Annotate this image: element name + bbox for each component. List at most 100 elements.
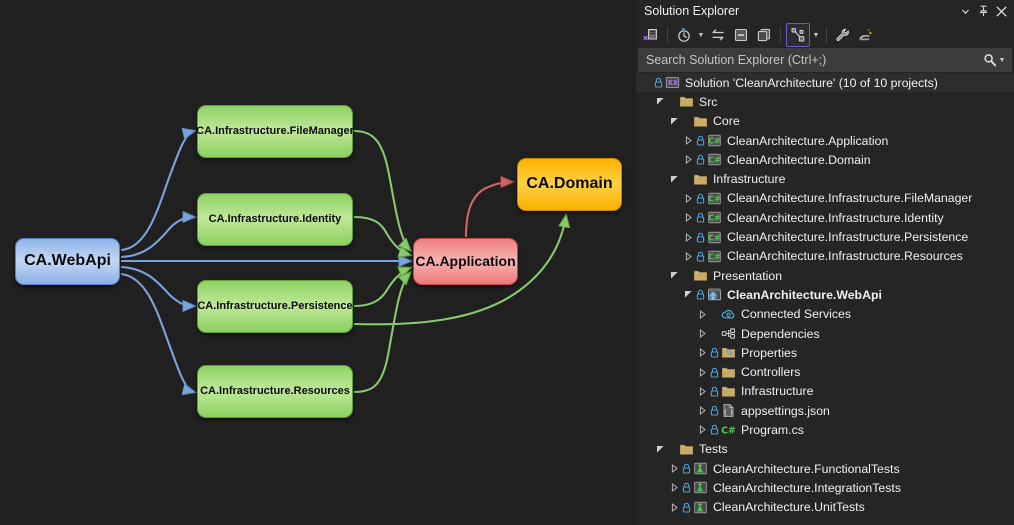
tree-item-label: Core bbox=[713, 114, 740, 129]
tree-item[interactable]: Presentation bbox=[636, 266, 1014, 285]
chevron-right-icon[interactable] bbox=[696, 425, 709, 435]
tree-item[interactable]: Core bbox=[636, 112, 1014, 131]
lock-icon bbox=[681, 463, 692, 474]
panel-dropdown-icon[interactable] bbox=[956, 2, 974, 20]
chevron-right-icon[interactable] bbox=[696, 309, 709, 319]
connected-services-icon bbox=[720, 307, 737, 322]
tree-item[interactable]: C# CleanArchitecture.Domain bbox=[636, 150, 1014, 169]
chevron-down-icon[interactable] bbox=[654, 97, 667, 106]
search-options-caret-icon[interactable]: ▼ bbox=[997, 49, 1007, 71]
chevron-right-icon[interactable] bbox=[682, 213, 695, 223]
code-map-icon[interactable] bbox=[855, 24, 877, 46]
search-solution-explorer-input[interactable]: Search Solution Explorer (Ctrl+;) ▼ bbox=[638, 48, 1012, 72]
tree-item[interactable]: C# CleanArchitecture.Infrastructure.Ident… bbox=[636, 208, 1014, 227]
chevron-right-icon[interactable] bbox=[682, 155, 695, 165]
collapse-all-icon[interactable] bbox=[730, 24, 752, 46]
chevron-right-icon[interactable] bbox=[682, 136, 695, 146]
lock-icon bbox=[709, 386, 720, 397]
csharp-project-icon: C# bbox=[706, 191, 723, 206]
diagram-node-application[interactable]: CA.Application bbox=[413, 238, 518, 285]
tree-item[interactable]: C# CleanArchitecture.Application bbox=[636, 131, 1014, 150]
svg-text:C#: C# bbox=[708, 194, 721, 203]
dependencies-icon bbox=[720, 326, 737, 341]
chevron-right-icon[interactable] bbox=[696, 386, 709, 396]
preview-selected-items-icon[interactable] bbox=[786, 23, 810, 47]
tree-item[interactable]: Src bbox=[636, 92, 1014, 111]
tree-item[interactable]: Infrastructure bbox=[636, 382, 1014, 401]
chevron-right-icon[interactable] bbox=[668, 502, 681, 512]
tree-item[interactable]: Infrastructure bbox=[636, 169, 1014, 188]
tree-item[interactable]: Solution 'CleanArchitecture' (10 of 10 p… bbox=[636, 73, 1014, 93]
tree-item[interactable]: C# Program.cs bbox=[636, 420, 1014, 439]
solution-icon bbox=[664, 75, 681, 90]
chevron-down-icon[interactable] bbox=[668, 271, 681, 280]
panel-title: Solution Explorer bbox=[644, 4, 740, 18]
properties-icon[interactable] bbox=[832, 24, 854, 46]
chevron-right-icon[interactable] bbox=[668, 483, 681, 493]
diagram-node-webapi[interactable]: CA.WebApi bbox=[15, 238, 120, 285]
close-icon[interactable] bbox=[992, 2, 1010, 20]
toggle-solution-explorer-view-icon[interactable] bbox=[640, 24, 662, 46]
pin-icon[interactable] bbox=[974, 2, 992, 20]
diagram-node-resources[interactable]: CA.Infrastructure.Resources bbox=[197, 365, 353, 418]
diagram-node-domain[interactable]: CA.Domain bbox=[517, 158, 622, 211]
tree-item[interactable]: Connected Services bbox=[636, 305, 1014, 324]
diagram-node-label: CA.Infrastructure.FileManager bbox=[196, 125, 354, 138]
csharp-project-icon: C# bbox=[706, 230, 723, 245]
diagram-node-label: CA.Infrastructure.Persistence bbox=[197, 300, 353, 313]
chevron-right-icon[interactable] bbox=[696, 406, 709, 416]
diagram-node-label: CA.Domain bbox=[526, 175, 613, 193]
tree-item[interactable]: Controllers bbox=[636, 362, 1014, 381]
tree-item[interactable]: Tests bbox=[636, 440, 1014, 459]
preview-selected-items-caret-icon[interactable]: ▼ bbox=[811, 24, 821, 46]
show-all-files-icon[interactable] bbox=[753, 24, 775, 46]
chevron-down-icon[interactable] bbox=[682, 290, 695, 299]
search-icon[interactable] bbox=[983, 53, 997, 67]
csharp-project-icon: C# bbox=[706, 210, 723, 225]
tree-item[interactable]: C# CleanArchitecture.Infrastructure.Resou… bbox=[636, 247, 1014, 266]
tree-item-label: CleanArchitecture.IntegrationTests bbox=[713, 480, 901, 495]
tree-item[interactable]: Properties bbox=[636, 343, 1014, 362]
svg-text:C#: C# bbox=[708, 156, 721, 165]
tree-item[interactable]: C# CleanArchitecture.Infrastructure.FileM… bbox=[636, 189, 1014, 208]
app-window: CA.WebApi CA.Infrastructure.FileManager CA… bbox=[0, 0, 1014, 525]
chevron-right-icon[interactable] bbox=[696, 367, 709, 377]
sync-with-active-document-icon[interactable] bbox=[707, 24, 729, 46]
diagram-node-identity[interactable]: CA.Infrastructure.Identity bbox=[197, 193, 353, 246]
chevron-right-icon[interactable] bbox=[682, 232, 695, 242]
tree-item[interactable]: C# CleanArchitecture.Infrastructure.Persi… bbox=[636, 227, 1014, 246]
pending-changes-filter-icon[interactable] bbox=[673, 24, 695, 46]
lock-icon bbox=[709, 405, 720, 416]
diagram-node-persistence[interactable]: CA.Infrastructure.Persistence bbox=[197, 280, 353, 333]
chevron-right-icon[interactable] bbox=[682, 193, 695, 203]
tree-item[interactable]: CleanArchitecture.UnitTests bbox=[636, 498, 1014, 517]
tree-item[interactable]: CleanArchitecture.IntegrationTests bbox=[636, 478, 1014, 497]
chevron-right-icon[interactable] bbox=[696, 329, 709, 338]
lock-icon bbox=[681, 482, 692, 493]
chevron-down-icon[interactable] bbox=[654, 445, 667, 454]
diagram-node-filemanager[interactable]: CA.Infrastructure.FileManager bbox=[196, 105, 354, 158]
chevron-right-icon[interactable] bbox=[682, 251, 695, 261]
tree-item-label: CleanArchitecture.Infrastructure.Resourc… bbox=[727, 249, 963, 264]
tree-item-label: Dependencies bbox=[741, 326, 820, 341]
chevron-down-icon[interactable] bbox=[668, 175, 681, 184]
tree-item[interactable]: CleanArchitecture.WebApi bbox=[636, 285, 1014, 304]
lock-icon bbox=[709, 347, 720, 358]
diagram-node-label: CA.Infrastructure.Resources bbox=[200, 385, 350, 398]
solution-explorer-panel: Solution Explorer ▼ ▼ Search Solution Ex… bbox=[636, 0, 1014, 525]
folder-icon bbox=[678, 94, 695, 109]
tree-item[interactable]: Dependencies bbox=[636, 324, 1014, 343]
pending-changes-filter-caret-icon[interactable]: ▼ bbox=[696, 24, 706, 46]
lock-icon bbox=[695, 232, 706, 243]
tree-item-label: CleanArchitecture.FunctionalTests bbox=[713, 461, 900, 476]
chevron-right-icon[interactable] bbox=[668, 464, 681, 474]
tree-item[interactable]: CleanArchitecture.FunctionalTests bbox=[636, 459, 1014, 478]
solution-tree[interactable]: Solution 'CleanArchitecture' (10 of 10 p… bbox=[636, 73, 1014, 525]
toolbar-separator bbox=[780, 27, 781, 43]
chevron-down-icon[interactable] bbox=[668, 117, 681, 126]
tree-item[interactable]: { } appsettings.json bbox=[636, 401, 1014, 420]
dependency-diagram: CA.WebApi CA.Infrastructure.FileManager CA… bbox=[0, 0, 636, 525]
chevron-right-icon[interactable] bbox=[696, 348, 709, 358]
lock-icon bbox=[695, 289, 706, 300]
tree-item-label: Infrastructure bbox=[741, 384, 814, 399]
